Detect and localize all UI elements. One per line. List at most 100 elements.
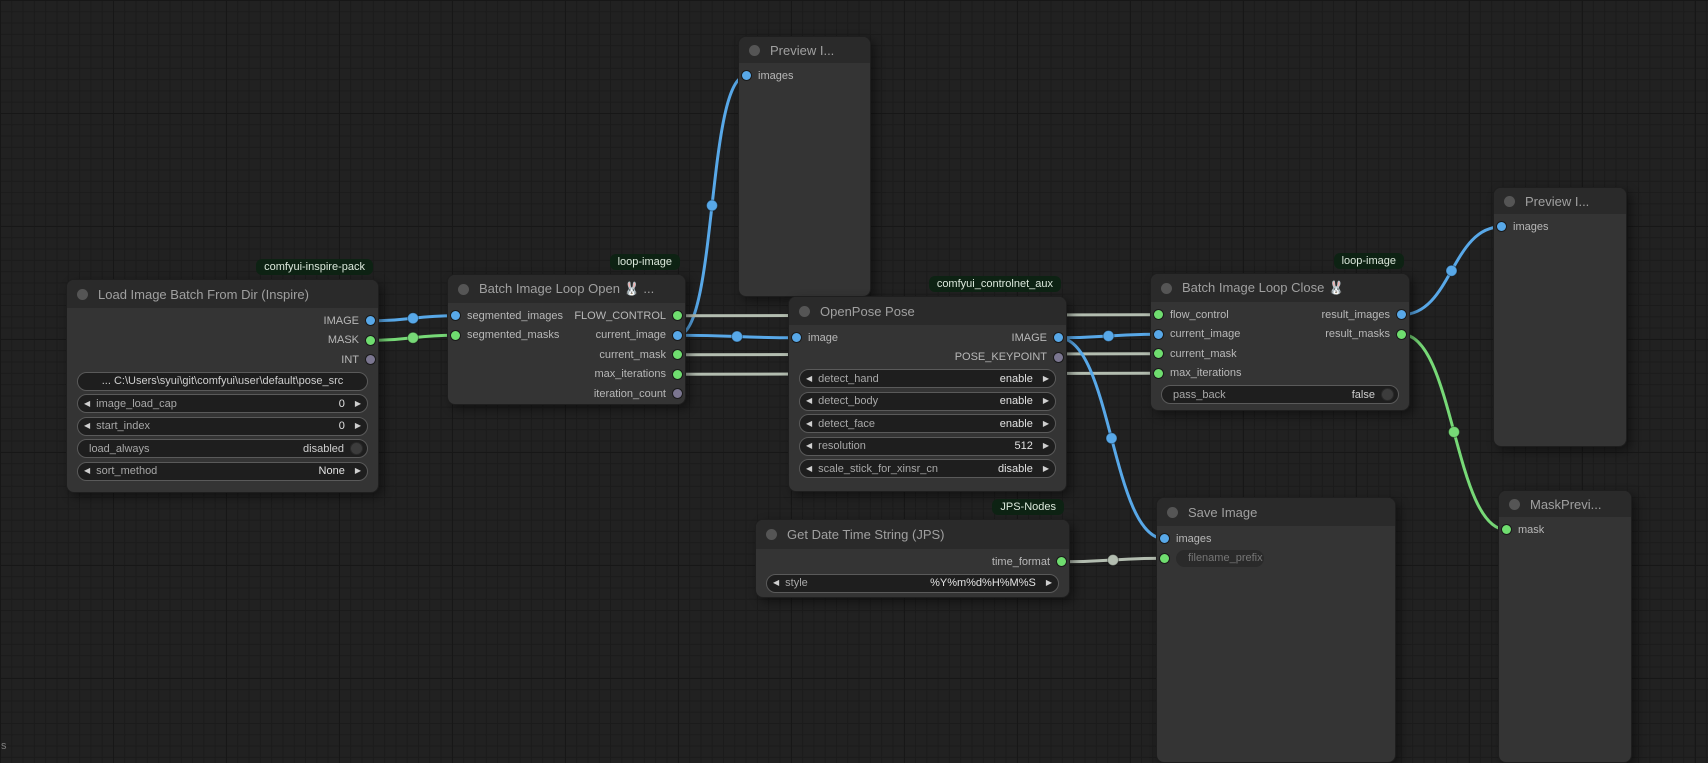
widget-detect_hand[interactable]: ◀detect_handenable▶	[799, 369, 1056, 388]
next-arrow-icon[interactable]: ▶	[1037, 442, 1055, 450]
max_iterations-input-slot[interactable]	[1154, 369, 1163, 378]
prev-arrow-icon[interactable]: ◀	[800, 420, 818, 428]
prev-arrow-icon[interactable]: ◀	[800, 397, 818, 405]
link-midpoint-dot[interactable]	[408, 332, 419, 343]
node-title-bar[interactable]: Get Date Time String (JPS)	[756, 520, 1069, 549]
node-body: images	[739, 63, 870, 86]
next-arrow-icon[interactable]: ▶	[1037, 465, 1055, 473]
prev-arrow-icon[interactable]: ◀	[800, 465, 818, 473]
segmented_masks-input-slot[interactable]	[451, 331, 460, 340]
node-loop-open[interactable]: Batch Image Loop Open 🐰 ...segmented_ima…	[447, 274, 686, 405]
node-title-bar[interactable]: Batch Image Loop Open 🐰 ...	[448, 275, 685, 303]
next-arrow-icon[interactable]: ▶	[349, 400, 367, 408]
current_image-input-slot[interactable]	[1154, 330, 1163, 339]
output-slot: MASK	[223, 334, 379, 346]
node-loop-close[interactable]: Batch Image Loop Close 🐰flow_controlresu…	[1150, 273, 1410, 411]
link-midpoint-dot[interactable]	[707, 200, 718, 211]
IMAGE-output-slot[interactable]	[1054, 333, 1063, 342]
widget-sort_method[interactable]: ◀sort_methodNone▶	[77, 462, 368, 481]
link-midpoint-dot[interactable]	[1106, 433, 1117, 444]
current_mask-output-slot[interactable]	[673, 350, 682, 359]
widget-detect_body[interactable]: ◀detect_bodyenable▶	[799, 392, 1056, 411]
toggle-knob-icon[interactable]	[350, 442, 363, 455]
image-input-slot[interactable]	[792, 333, 801, 342]
flow_control-input-slot[interactable]	[1154, 310, 1163, 319]
INT-output-slot[interactable]	[366, 355, 375, 364]
next-arrow-icon[interactable]: ▶	[1037, 375, 1055, 383]
collapse-dot-icon[interactable]	[1167, 507, 1178, 518]
widget-style[interactable]: ◀style%Y%m%d%H%M%S▶	[766, 574, 1059, 593]
widget-image_load_cap[interactable]: ◀image_load_cap0▶	[77, 394, 368, 413]
node-save-image[interactable]: Save Imageimagesfilename_prefix	[1156, 497, 1396, 763]
link-midpoint-dot[interactable]	[1103, 331, 1114, 342]
collapse-dot-icon[interactable]	[1509, 499, 1520, 510]
next-arrow-icon[interactable]: ▶	[349, 467, 367, 475]
current_image-output-slot[interactable]	[673, 331, 682, 340]
current_mask-input-slot[interactable]	[1154, 349, 1163, 358]
link-midpoint-dot[interactable]	[408, 313, 419, 324]
collapse-dot-icon[interactable]	[458, 284, 469, 295]
widget-filename_prefix[interactable]: filename_prefix	[1176, 550, 1264, 567]
collapse-dot-icon[interactable]	[1504, 196, 1515, 207]
result_masks-output-slot[interactable]	[1397, 330, 1406, 339]
max_iterations-output-slot[interactable]	[673, 370, 682, 379]
prev-arrow-icon[interactable]: ◀	[78, 422, 96, 430]
node-mask-preview[interactable]: MaskPrevi...mask	[1498, 490, 1632, 763]
link-midpoint-dot[interactable]	[732, 331, 743, 342]
widget-detect_face[interactable]: ◀detect_faceenable▶	[799, 414, 1056, 433]
slot-label: IMAGE	[1012, 332, 1047, 344]
widget-pass_back[interactable]: pass_backfalse	[1161, 385, 1399, 404]
time_format-output-slot[interactable]	[1057, 557, 1066, 566]
node-body: imagesfilename_prefix	[1157, 526, 1395, 568]
node-get-date-time[interactable]: Get Date Time String (JPS)time_format◀st…	[755, 519, 1070, 598]
next-arrow-icon[interactable]: ▶	[1040, 579, 1058, 587]
link-midpoint-dot[interactable]	[1446, 265, 1457, 276]
widget-directory[interactable]: ... C:\Users\syui\git\comfyui\user\defau…	[77, 372, 368, 391]
filename_prefix-input-slot[interactable]	[1160, 554, 1169, 563]
collapse-dot-icon[interactable]	[766, 529, 777, 540]
node-load-image-batch[interactable]: Load Image Batch From Dir (Inspire)IMAGE…	[66, 279, 379, 493]
node-title-bar[interactable]: MaskPrevi...	[1499, 491, 1631, 517]
prev-arrow-icon[interactable]: ◀	[800, 375, 818, 383]
FLOW_CONTROL-output-slot[interactable]	[673, 311, 682, 320]
node-preview-top[interactable]: Preview I... images	[738, 36, 871, 297]
widget-scale_stick_for_xinsr_cn[interactable]: ◀scale_stick_for_xinsr_cndisable▶	[799, 459, 1056, 478]
link-midpoint-dot[interactable]	[1108, 555, 1119, 566]
next-arrow-icon[interactable]: ▶	[349, 422, 367, 430]
collapse-dot-icon[interactable]	[799, 306, 810, 317]
graph-canvas[interactable]: s comfyui-inspire-packLoad Image Batch F…	[0, 0, 1708, 763]
node-title-bar[interactable]: Batch Image Loop Close 🐰	[1151, 274, 1409, 302]
next-arrow-icon[interactable]: ▶	[1037, 397, 1055, 405]
iteration_count-output-slot[interactable]	[673, 389, 682, 398]
node-title-bar[interactable]: Preview I...	[1494, 188, 1626, 214]
MASK-output-slot[interactable]	[366, 336, 375, 345]
node-openpose[interactable]: OpenPose PoseimageIMAGEPOSE_KEYPOINT◀det…	[788, 296, 1067, 492]
mask-input-slot[interactable]	[1502, 525, 1511, 534]
images-input-slot[interactable]	[1497, 222, 1506, 231]
link-midpoint-dot[interactable]	[1449, 427, 1460, 438]
next-arrow-icon[interactable]: ▶	[1037, 420, 1055, 428]
images-input-slot[interactable]	[1160, 534, 1169, 543]
node-title-bar[interactable]: Load Image Batch From Dir (Inspire)	[67, 280, 378, 308]
result_images-output-slot[interactable]	[1397, 310, 1406, 319]
images-input-slot[interactable]	[742, 71, 751, 80]
node-title-bar[interactable]: Preview I...	[739, 37, 870, 63]
widget-load_always[interactable]: load_alwaysdisabled	[77, 439, 368, 458]
node-preview-right[interactable]: Preview I...images	[1493, 187, 1627, 447]
prev-arrow-icon[interactable]: ◀	[78, 400, 96, 408]
collapse-dot-icon[interactable]	[749, 45, 760, 56]
segmented_images-input-slot[interactable]	[451, 311, 460, 320]
toggle-knob-icon[interactable]	[1381, 388, 1394, 401]
prev-arrow-icon[interactable]: ◀	[767, 579, 785, 587]
node-title-bar[interactable]: Save Image	[1157, 498, 1395, 526]
collapse-dot-icon[interactable]	[77, 289, 88, 300]
IMAGE-output-slot[interactable]	[366, 316, 375, 325]
node-title-bar[interactable]: OpenPose Pose	[789, 297, 1066, 325]
slot-label: images	[758, 70, 793, 82]
widget-resolution[interactable]: ◀resolution512▶	[799, 437, 1056, 456]
widget-start_index[interactable]: ◀start_index0▶	[77, 417, 368, 436]
prev-arrow-icon[interactable]: ◀	[78, 467, 96, 475]
prev-arrow-icon[interactable]: ◀	[800, 442, 818, 450]
POSE_KEYPOINT-output-slot[interactable]	[1054, 353, 1063, 362]
collapse-dot-icon[interactable]	[1161, 283, 1172, 294]
